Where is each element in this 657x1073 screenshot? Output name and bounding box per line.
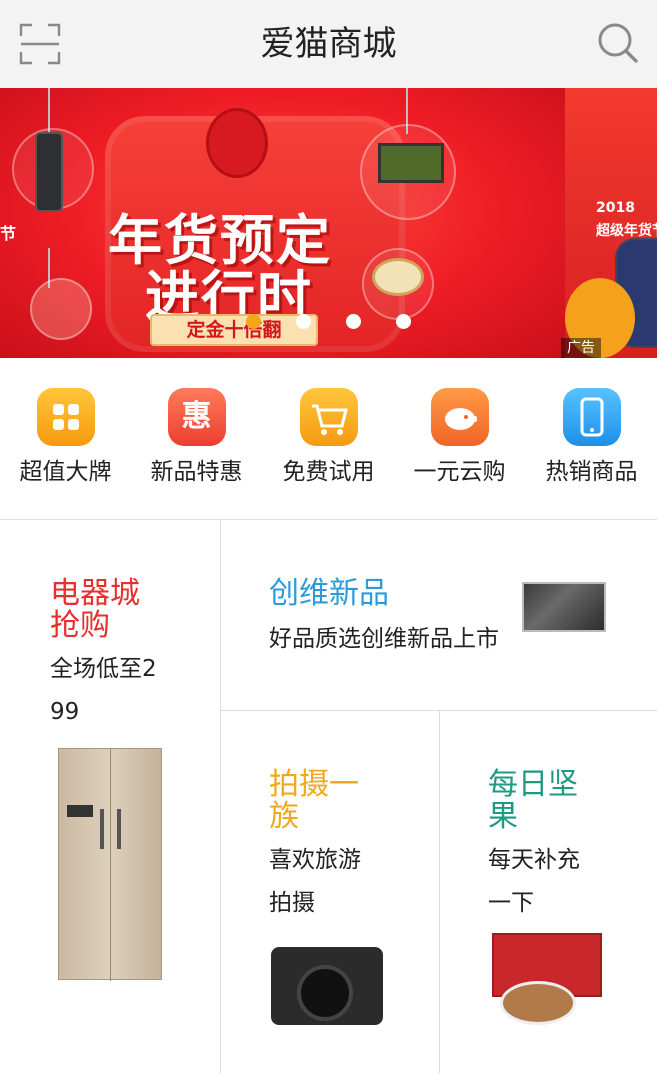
category-label: 一元云购 [413,459,506,485]
tile-title: 电器城 [50,576,140,611]
category-item-new-deals[interactable]: 惠 新品特惠 [131,388,262,486]
tv-product-image [378,143,444,183]
search-button[interactable] [597,22,639,64]
tile-title-line2: 族 [269,799,299,834]
tile-subtitle-line2: 拍摄 [269,890,315,916]
category-nav: 超值大牌 惠 新品特惠 免费试用 一元云购 热销商品 [0,358,657,520]
tile-nuts[interactable]: 每日坚 果 每天补充 一下 [440,711,657,1073]
category-label: 超值大牌 [19,459,112,485]
phone-product-image [35,132,63,212]
tile-title: 创维新品 [269,576,389,611]
carousel-dot[interactable] [346,314,361,329]
cart-glyph [311,404,348,435]
category-item-one-yuan[interactable]: 一元云购 [394,388,525,486]
next-slide-title: 超级年货节 [596,223,657,239]
ad-label: 广告 [561,338,601,358]
phone-glyph [580,397,603,437]
four-squares-glyph [52,404,79,430]
shopping-cart-icon [299,388,358,446]
page-title: 爱猫商城 [260,24,397,64]
category-item-hot-sale[interactable]: 热销商品 [526,388,657,486]
fridge-product-image [58,748,162,981]
prev-slide-fragment: 节 [0,224,17,243]
top-bar: 爱猫商城 [0,0,657,88]
tile-subtitle: 全场低至2 [50,656,157,682]
tile-title-line2: 抢购 [50,608,110,643]
tile-photography[interactable]: 拍摄一 族 喜欢旅游 拍摄 [221,711,439,1073]
phone-icon [562,388,621,446]
category-label: 新品特惠 [150,459,243,485]
carousel-indicator [242,314,422,334]
tile-title-line2: 果 [488,799,518,834]
carousel-dot[interactable] [296,314,311,329]
nuts-product-image [372,258,424,296]
tile-title: 每日坚 [488,767,578,802]
tile-appliances[interactable]: 电器城 抢购 全场低至2 99 [0,520,220,1073]
tile-subtitle: 好品质选创维新品上市 [269,626,499,652]
four-squares-icon [36,388,95,446]
carousel-dot[interactable] [396,314,411,329]
tile-subtitle: 每天补充 [488,847,580,873]
category-label: 免费试用 [282,459,375,485]
tile-subtitle: 喜欢旅游 [269,847,361,873]
speaker-bubble [30,278,92,340]
tile-subtitle-line2: 一下 [488,890,534,916]
category-item-free-trial[interactable]: 免费试用 [263,388,394,486]
tile-skyworth[interactable]: 创维新品 好品质选创维新品上市 [221,520,657,710]
promo-banner-carousel[interactable]: 节 年货预定 进行时 定金十倍翻 2018 超级年货节 广告 [0,88,657,358]
carousel-dot-active[interactable] [246,314,261,329]
search-icon [598,23,638,63]
piggy-glyph [444,408,477,430]
category-item-brands[interactable]: 超值大牌 [0,388,131,486]
promo-grid: 电器城 抢购 全场低至2 99 创维新品 好品质选创维新品上市 拍摄一 族 喜欢… [0,520,657,1073]
next-slide-year: 2018 [596,200,635,216]
nuts-bowl-image [500,981,576,1025]
hui-glyph: 惠 [181,399,212,434]
tile-title: 拍摄一 [269,767,359,802]
lantern-decoration [206,108,268,178]
hui-icon: 惠 [167,388,226,446]
tv-product-image [522,582,606,632]
tile-subtitle-line2: 99 [50,699,80,725]
camera-product-image [271,947,383,1025]
category-label: 热销商品 [545,459,638,485]
piggy-bank-icon [430,388,489,446]
